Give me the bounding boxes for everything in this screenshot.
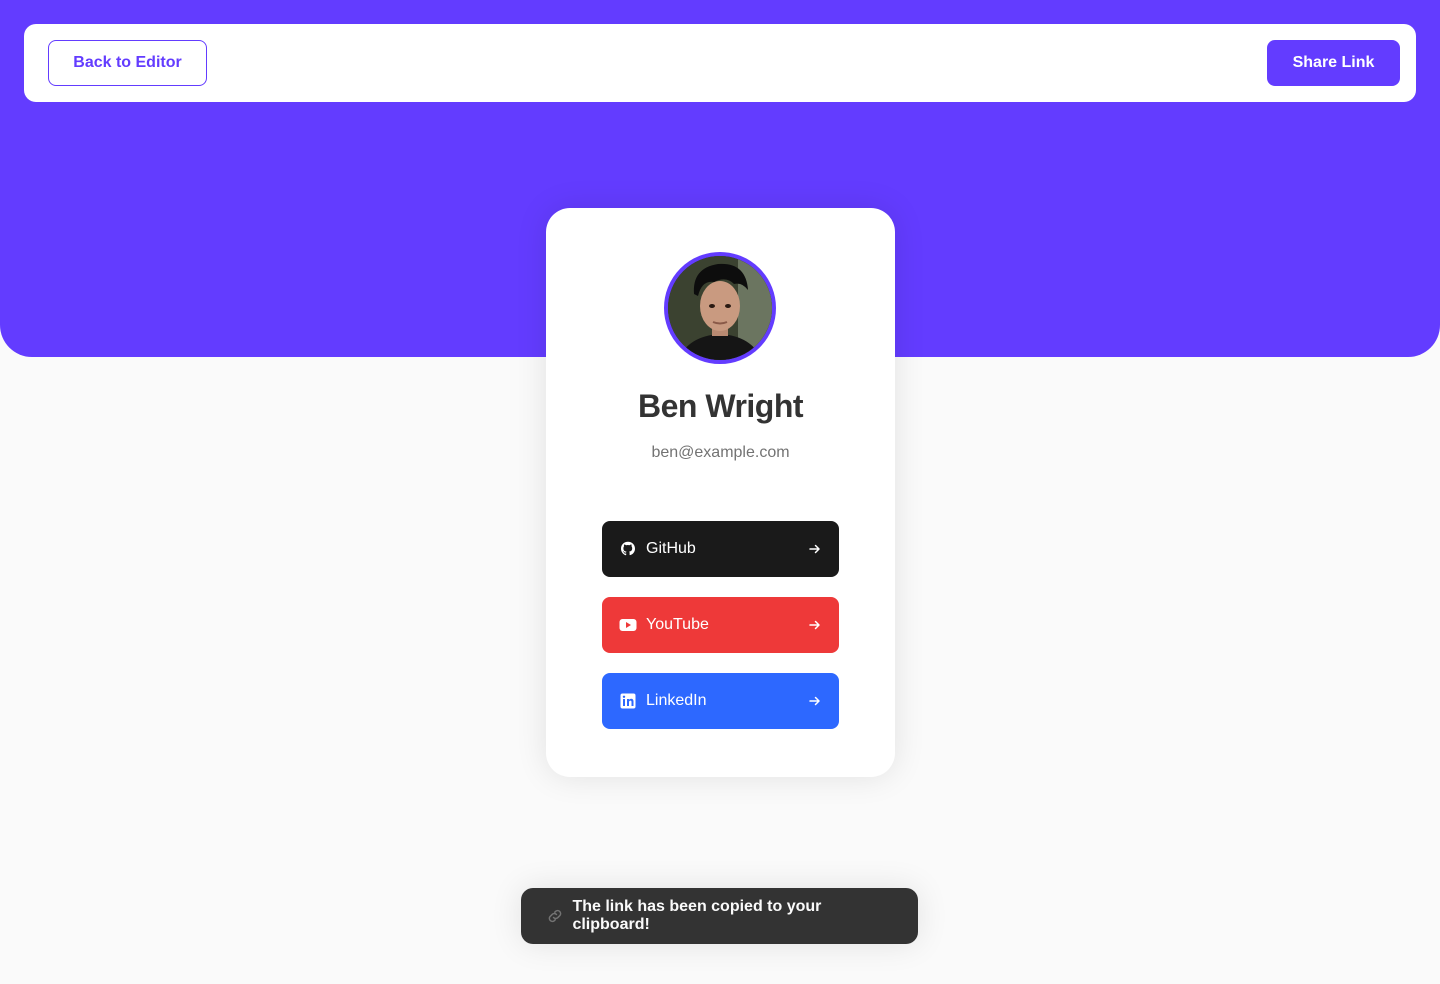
back-to-editor-button[interactable]: Back to Editor [48, 40, 207, 86]
arrow-right-icon [807, 693, 823, 709]
link-label-linkedin: LinkedIn [646, 692, 707, 709]
link-icon [545, 906, 564, 926]
link-label-github: GitHub [646, 540, 696, 557]
linkedin-icon [618, 691, 638, 711]
profile-name: Ben Wright [637, 388, 804, 424]
github-icon [618, 539, 638, 559]
link-label-youtube: YouTube [646, 616, 709, 633]
link-youtube[interactable]: YouTube [602, 597, 839, 653]
toast-message: The link has been copied to your clipboa… [572, 898, 822, 933]
link-github[interactable]: GitHub [602, 521, 839, 577]
share-link-button[interactable]: Share Link [1267, 40, 1400, 86]
arrow-right-icon [807, 617, 823, 633]
youtube-icon [618, 615, 638, 635]
profile-card: Ben Wright ben@example.com GitHub YouTub… [546, 208, 895, 777]
arrow-right-icon [807, 541, 823, 557]
profile-email: ben@example.com [651, 444, 790, 461]
copied-toast: The link has been copied to your clipboa… [521, 888, 918, 944]
avatar [664, 252, 776, 364]
preview-header: Back to Editor Share Link [24, 24, 1416, 102]
avatar-photo [668, 256, 772, 360]
link-linkedin[interactable]: LinkedIn [602, 673, 839, 729]
